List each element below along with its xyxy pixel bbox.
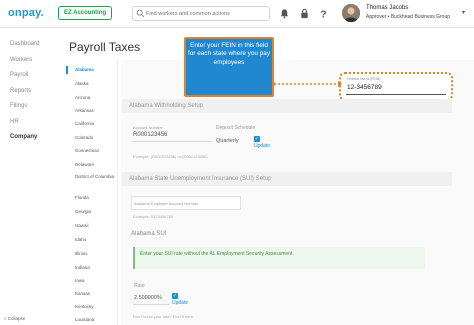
- bell-icon[interactable]: [279, 8, 290, 19]
- state-item-connecticut[interactable]: Connecticut: [75, 148, 117, 154]
- sidebar-item-reports[interactable]: Reports: [10, 88, 31, 94]
- account-number-label: Account Number: [133, 125, 163, 130]
- account-number-input[interactable]: R000123456: [133, 132, 167, 138]
- state-item-arizona[interactable]: Arizona: [75, 95, 117, 101]
- sui-notice: Enter your SUI rate without the AL Emplo…: [133, 247, 425, 269]
- sidebar-item-filings[interactable]: Filings: [10, 103, 27, 109]
- sidebar-item-workers[interactable]: Workers: [10, 57, 32, 63]
- deposit-schedule-label: Deposit Schedule: [216, 125, 256, 131]
- account-number-example: Example: (R000123456) or (R000123456): [133, 154, 208, 159]
- state-item-california[interactable]: California: [75, 121, 117, 127]
- user-photo: [342, 4, 360, 22]
- sui-rate-label: Rate: [134, 283, 145, 289]
- product-badge[interactable]: EZ Accounting: [58, 6, 113, 20]
- search-icon: [136, 9, 145, 18]
- sui-employer-account-placeholder: Alabama Employer Account Number: [134, 201, 199, 206]
- svg-text:?: ?: [320, 10, 326, 19]
- fein-callout: Enter your FEIN in this field for each s…: [184, 37, 274, 97]
- state-item-arkansas[interactable]: Arkansas: [75, 108, 117, 114]
- state-item-colorado[interactable]: Colorado: [75, 135, 117, 141]
- sidebar-item-dashboard[interactable]: Dashboard: [10, 41, 39, 47]
- sui-rate-input[interactable]: 2.500000%: [134, 295, 162, 301]
- state-item-idaho[interactable]: Idaho: [75, 237, 117, 243]
- state-item-kansas[interactable]: Kansas: [75, 291, 117, 297]
- search-bar[interactable]: [132, 6, 270, 21]
- page-title: Payroll Taxes: [69, 40, 141, 54]
- fein-label: Federal Tax Id (FEIN): [347, 77, 381, 81]
- withholding-update-link[interactable]: Update: [254, 143, 270, 149]
- withholding-header: Alabama Withholding Setup: [122, 99, 452, 113]
- search-input[interactable]: [146, 8, 268, 19]
- state-item-illinois[interactable]: Illinois: [75, 251, 117, 257]
- sui-employer-example: Example: 0123456789: [133, 214, 174, 219]
- sui-header: Alabama State Unemployment Insurance (SU…: [122, 172, 452, 186]
- withholding-update-checkbox[interactable]: ✓: [254, 136, 260, 142]
- sidebar-item-company[interactable]: Company: [10, 134, 37, 140]
- sidebar: [0, 28, 58, 325]
- state-item-alabama[interactable]: Alabama: [75, 67, 117, 73]
- onpay-logo[interactable]: onpay.: [8, 7, 44, 19]
- user-name[interactable]: Thomas Jacobs: [366, 5, 408, 11]
- sui-rate-underline: [133, 304, 169, 305]
- state-item-alaska[interactable]: Alaska: [75, 81, 117, 87]
- check-icon: ✓: [172, 293, 178, 299]
- state-item-florida[interactable]: Florida: [75, 195, 117, 201]
- user-role: Approver • Buckhead Business Group: [366, 14, 451, 20]
- state-item-district-of-columbia[interactable]: District of Columbia: [75, 174, 117, 180]
- state-item-louisiana[interactable]: Louisiana: [75, 317, 117, 323]
- sui-rate-help-link[interactable]: Don't know your rate? Find it here: [133, 314, 193, 319]
- lock-icon[interactable]: [299, 8, 310, 19]
- state-item-delaware[interactable]: Delaware: [75, 162, 117, 168]
- state-item-indiana[interactable]: Indiana: [75, 265, 117, 271]
- account-number-underline: [132, 141, 212, 142]
- state-item-hawaii[interactable]: Hawaii: [75, 223, 117, 229]
- state-item-iowa[interactable]: Iowa: [75, 278, 117, 284]
- top-bar: onpay. EZ Accounting ? Thomas Jacobs App…: [0, 0, 474, 28]
- sui-update-link[interactable]: Update: [172, 300, 188, 306]
- avatar[interactable]: [342, 4, 360, 22]
- chevron-down-icon[interactable]: ▾: [462, 9, 465, 16]
- sidebar-item-hr[interactable]: HR: [10, 119, 19, 125]
- help-icon[interactable]: ?: [318, 8, 329, 19]
- active-state-indicator: [66, 66, 68, 74]
- sui-update-checkbox[interactable]: ✓: [172, 293, 178, 299]
- state-item-kentucky[interactable]: Kentucky: [75, 304, 117, 310]
- collapse-button[interactable]: « Collapse: [4, 316, 25, 321]
- state-item-georgia[interactable]: Georgia: [75, 209, 117, 215]
- check-icon: ✓: [254, 136, 260, 142]
- state-list: Alabama Alaska Arizona Arkansas Californ…: [66, 60, 118, 325]
- fein-underline: [346, 94, 446, 95]
- sui-subheader: Alabama SUI: [131, 231, 167, 237]
- sidebar-item-payroll[interactable]: Payroll: [10, 72, 28, 78]
- deposit-schedule-select[interactable]: Quarterly: [216, 138, 239, 144]
- fein-input[interactable]: 12-3456789: [347, 84, 382, 91]
